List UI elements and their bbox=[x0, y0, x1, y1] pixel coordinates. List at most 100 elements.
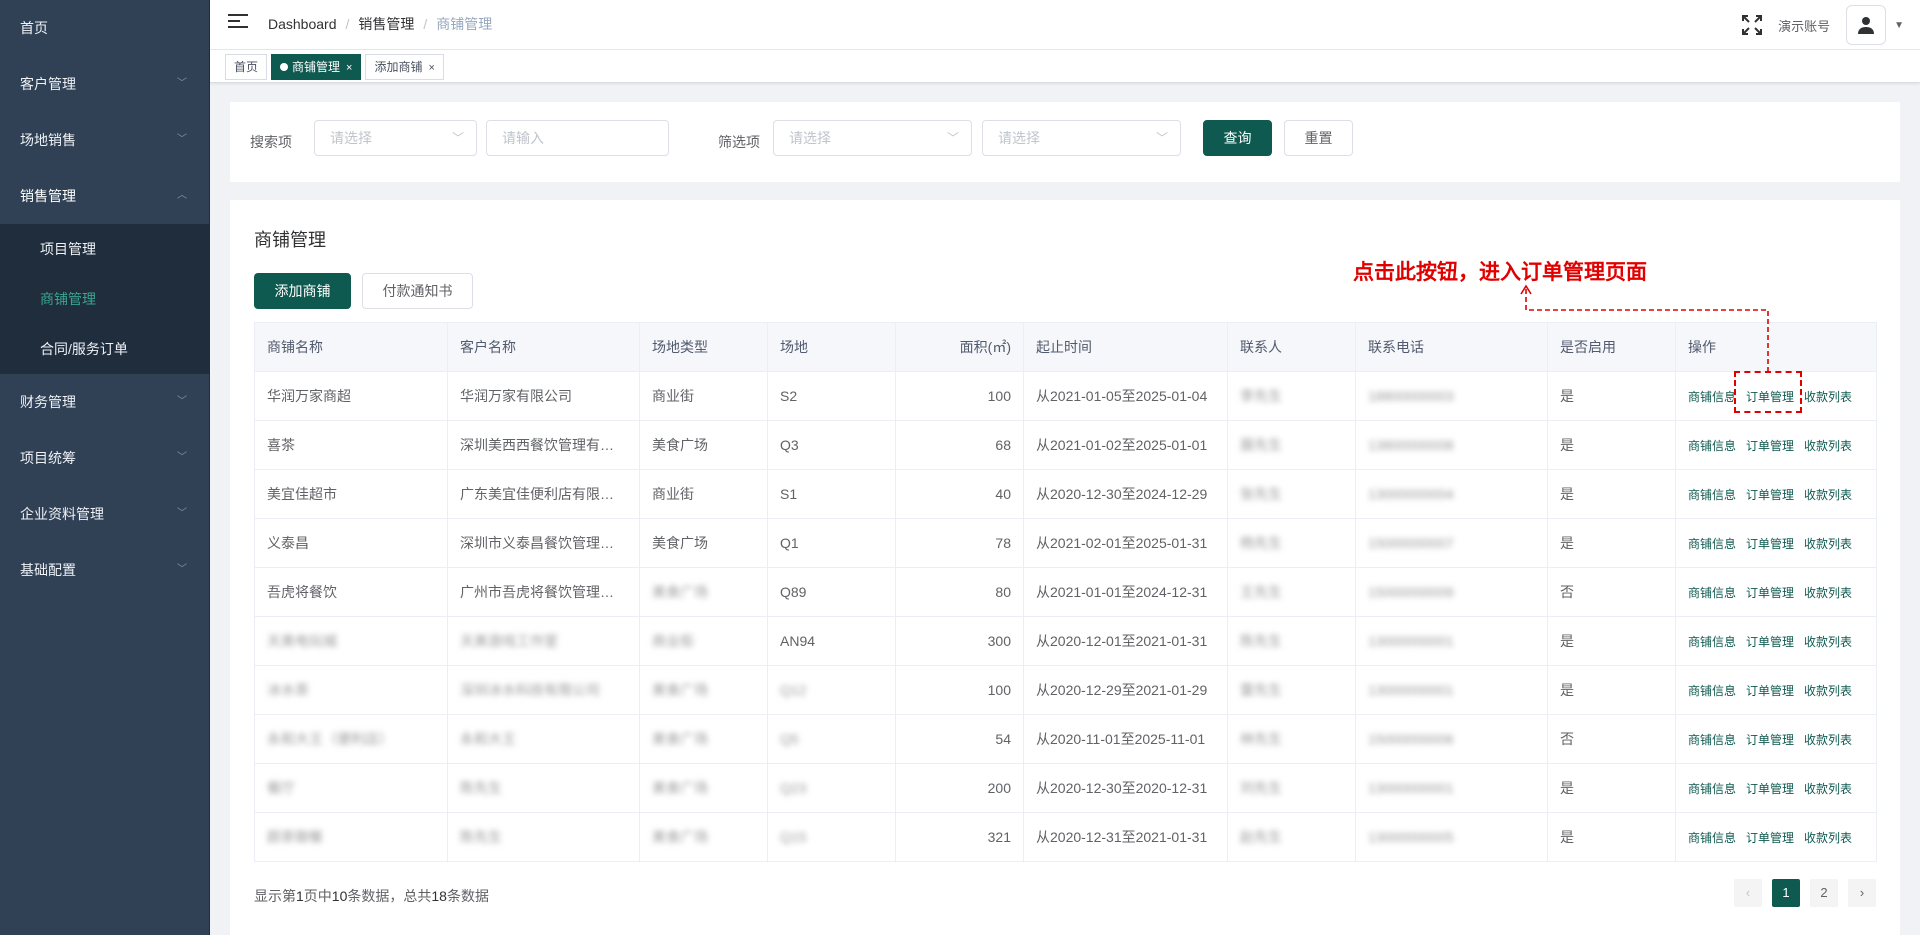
shop-name-cell: 天美电玩城 bbox=[254, 616, 448, 666]
shop-name-cell: 吾虎将餐饮 bbox=[254, 567, 448, 617]
contact-cell: 陈先生 bbox=[1227, 616, 1356, 666]
sidebar-subitem-contract[interactable]: 合同/服务订单 bbox=[0, 324, 209, 374]
collection-list-link[interactable]: 收款列表 bbox=[1804, 635, 1852, 649]
collection-list-link[interactable]: 收款列表 bbox=[1804, 537, 1852, 551]
collection-list-link[interactable]: 收款列表 bbox=[1804, 586, 1852, 600]
add-shop-button[interactable]: 添加商铺 bbox=[254, 273, 351, 309]
shop-info-link[interactable]: 商铺信息 bbox=[1688, 782, 1736, 796]
input-placeholder: 请输入 bbox=[502, 130, 544, 146]
sidebar-item-label: 财务管理 bbox=[20, 394, 76, 410]
shop-info-link[interactable]: 商铺信息 bbox=[1688, 439, 1736, 453]
venue-type-cell: 美食广场 bbox=[639, 763, 768, 813]
sidebar-item-config[interactable]: 基础配置 ﹀ bbox=[0, 542, 209, 598]
collection-list-link[interactable]: 收款列表 bbox=[1804, 390, 1852, 404]
area-cell: 200 bbox=[895, 763, 1024, 813]
sidebar-item-customer[interactable]: 客户管理 ﹀ bbox=[0, 56, 209, 112]
shop-info-link[interactable]: 商铺信息 bbox=[1688, 831, 1736, 845]
sidebar-subitem-project[interactable]: 项目管理 bbox=[0, 224, 209, 274]
breadcrumb-current: 商铺管理 bbox=[436, 16, 493, 32]
collection-list-link[interactable]: 收款列表 bbox=[1804, 684, 1852, 698]
fullscreen-icon[interactable] bbox=[1742, 15, 1763, 35]
sidebar-item-planning[interactable]: 项目统筹 ﹀ bbox=[0, 430, 209, 486]
order-management-link[interactable]: 订单管理 bbox=[1746, 782, 1794, 796]
venue-type-cell: 商业街 bbox=[639, 371, 768, 421]
contact-cell: 刘先生 bbox=[1227, 763, 1356, 813]
area-cell: 80 bbox=[895, 567, 1024, 617]
collection-list-link[interactable]: 收款列表 bbox=[1804, 782, 1852, 796]
order-management-link[interactable]: 订单管理 bbox=[1746, 831, 1794, 845]
sidebar-item-home[interactable]: 首页 bbox=[0, 0, 209, 56]
pagination-summary: 显示第1页中10条数据，总共18条数据 bbox=[254, 888, 489, 904]
sidebar-item-finance[interactable]: 财务管理 ﹀ bbox=[0, 374, 209, 430]
prev-page-button[interactable]: ‹ bbox=[1734, 879, 1762, 907]
shop-info-link[interactable]: 商铺信息 bbox=[1688, 684, 1736, 698]
search-input[interactable]: 请输入 bbox=[486, 120, 669, 156]
caret-down-icon[interactable]: ▼ bbox=[1894, 20, 1904, 31]
order-management-link[interactable]: 订单管理 bbox=[1746, 635, 1794, 649]
area-cell: 40 bbox=[895, 469, 1024, 519]
search-field-select[interactable]: 请选择 ﹀ bbox=[314, 120, 477, 156]
query-button[interactable]: 查询 bbox=[1203, 120, 1272, 156]
order-management-link[interactable]: 订单管理 bbox=[1746, 439, 1794, 453]
order-management-link[interactable]: 订单管理 bbox=[1746, 488, 1794, 502]
sidebar-item-venue-sales[interactable]: 场地销售 ﹀ bbox=[0, 112, 209, 168]
sidebar-subitem-shop[interactable]: 商铺管理 bbox=[0, 274, 209, 324]
shop-name-cell: 喜茶 bbox=[254, 420, 448, 470]
order-management-link[interactable]: 订单管理 bbox=[1746, 733, 1794, 747]
shop-info-link[interactable]: 商铺信息 bbox=[1688, 488, 1736, 502]
order-management-link[interactable]: 订单管理 bbox=[1746, 586, 1794, 600]
contact-cell: 聂先生 bbox=[1227, 420, 1356, 470]
tag-shop-management[interactable]: 商铺管理 × bbox=[271, 54, 362, 80]
shop-info-link[interactable]: 商铺信息 bbox=[1688, 390, 1736, 404]
actions-cell: 商铺信息 订单管理 收款列表 bbox=[1675, 812, 1877, 862]
enabled-cell: 是 bbox=[1547, 518, 1676, 568]
collection-list-link[interactable]: 收款列表 bbox=[1804, 488, 1852, 502]
order-management-link[interactable]: 订单管理 bbox=[1746, 684, 1794, 698]
shop-info-link[interactable]: 商铺信息 bbox=[1688, 733, 1736, 747]
collection-list-link[interactable]: 收款列表 bbox=[1804, 439, 1852, 453]
venue-type-cell: 美食广场 bbox=[639, 812, 768, 862]
tag-add-shop[interactable]: 添加商铺 × bbox=[365, 54, 444, 80]
collection-list-link[interactable]: 收款列表 bbox=[1804, 831, 1852, 845]
sidebar-item-sales[interactable]: 销售管理 ︿ bbox=[0, 168, 209, 224]
order-management-link[interactable]: 订单管理 bbox=[1746, 537, 1794, 551]
customer-name-cell: 陈先生 bbox=[447, 763, 640, 813]
table-row: 吾虎将餐饮 广州市吾虎将餐饮管理有限公司 美食广场 Q89 80 从2021-01-01至… bbox=[254, 567, 1877, 617]
shop-info-link[interactable]: 商铺信息 bbox=[1688, 635, 1736, 649]
page-button-1[interactable]: 1 bbox=[1772, 879, 1800, 907]
payment-notice-button[interactable]: 付款通知书 bbox=[362, 273, 473, 309]
actions-cell: 商铺信息 订单管理 收款列表 bbox=[1675, 420, 1877, 470]
venue-cell: Q1 bbox=[767, 518, 896, 568]
area-cell: 100 bbox=[895, 371, 1024, 421]
page-button-2[interactable]: 2 bbox=[1810, 879, 1838, 907]
account-name[interactable]: 演示账号 bbox=[1778, 16, 1830, 35]
chevron-down-icon: ﹀ bbox=[177, 564, 187, 575]
reset-button[interactable]: 重置 bbox=[1284, 120, 1353, 156]
search-label: 搜索项 bbox=[250, 134, 292, 150]
enabled-cell: 是 bbox=[1547, 420, 1676, 470]
chevron-down-icon: ﹀ bbox=[177, 134, 187, 145]
next-page-button[interactable]: › bbox=[1848, 879, 1876, 907]
filter-select-1[interactable]: 请选择 ﹀ bbox=[773, 120, 972, 156]
hamburger-menu-icon[interactable] bbox=[228, 14, 248, 32]
shop-info-link[interactable]: 商铺信息 bbox=[1688, 586, 1736, 600]
col-header: 面积(㎡) bbox=[895, 322, 1024, 372]
sidebar-item-enterprise[interactable]: 企业资料管理 ﹀ bbox=[0, 486, 209, 542]
col-header: 联系电话 bbox=[1355, 322, 1548, 372]
close-icon[interactable]: × bbox=[346, 62, 352, 74]
phone-cell: 13800000008 bbox=[1355, 420, 1548, 470]
annotation-text: 点击此按钮，进入订单管理页面 bbox=[1353, 260, 1647, 284]
contact-cell: 杨先生 bbox=[1227, 518, 1356, 568]
sidebar-item-label: 首页 bbox=[20, 20, 48, 36]
shop-name-cell: 华润万家商超 bbox=[254, 371, 448, 421]
shop-info-link[interactable]: 商铺信息 bbox=[1688, 537, 1736, 551]
close-icon[interactable]: × bbox=[428, 62, 434, 74]
breadcrumb-dashboard[interactable]: Dashboard bbox=[268, 16, 337, 32]
avatar[interactable] bbox=[1846, 5, 1887, 45]
collection-list-link[interactable]: 收款列表 bbox=[1804, 733, 1852, 747]
chevron-down-icon: ﹀ bbox=[1155, 131, 1168, 145]
tag-home[interactable]: 首页 bbox=[225, 54, 268, 80]
phone-cell: 15000000009 bbox=[1355, 567, 1548, 617]
breadcrumb-sales[interactable]: 销售管理 bbox=[358, 16, 414, 32]
filter-select-2[interactable]: 请选择 ﹀ bbox=[982, 120, 1181, 156]
